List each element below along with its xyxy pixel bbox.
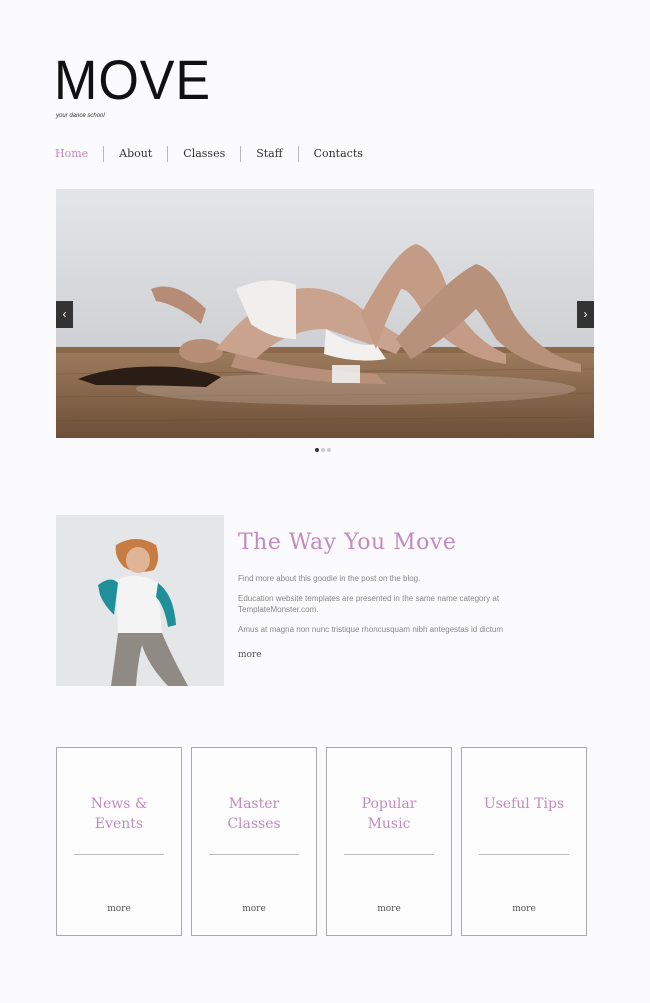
feature-title: The Way You Move xyxy=(238,530,457,555)
feature-paragraph: Find more about this goodie in the post … xyxy=(238,574,421,583)
chevron-right-icon: › xyxy=(583,307,588,321)
logo-title[interactable]: MOVE xyxy=(54,48,211,112)
slider-dot[interactable] xyxy=(321,448,325,452)
slider-dot[interactable] xyxy=(327,448,331,452)
info-box-more-link[interactable]: more xyxy=(377,904,401,914)
slider-next-button[interactable]: › xyxy=(577,301,594,328)
nav-item-staff[interactable]: Staff xyxy=(240,146,297,162)
divider xyxy=(344,854,434,855)
hero-slide-image xyxy=(56,189,594,438)
info-box-title[interactable]: Master Classes xyxy=(209,794,299,836)
divider xyxy=(479,854,569,855)
info-box-title[interactable]: News & Events xyxy=(74,794,164,836)
feature-content: The Way You Move Find more about this go… xyxy=(238,530,538,662)
info-box-more-link[interactable]: more xyxy=(512,904,536,914)
feature-image xyxy=(56,515,224,686)
info-box-more-link[interactable]: more xyxy=(107,904,131,914)
nav-item-home[interactable]: Home xyxy=(55,146,103,162)
slider-pagination xyxy=(315,448,331,452)
chevron-left-icon: ‹ xyxy=(62,307,67,321)
feature-paragraph: Amus at magna non nunc tristique rhoncus… xyxy=(238,625,504,634)
hero-slider[interactable]: ‹ › xyxy=(56,189,594,438)
info-box-popular-music: Popular Music more xyxy=(326,747,452,936)
info-box-master-classes: Master Classes more xyxy=(191,747,317,936)
slider-dot[interactable] xyxy=(315,448,319,452)
nav-item-classes[interactable]: Classes xyxy=(167,146,240,162)
info-boxes: News & Events more Master Classes more P… xyxy=(56,747,595,936)
info-box-title[interactable]: Useful Tips xyxy=(479,794,569,836)
divider xyxy=(209,854,299,855)
logo-tagline: your dance school xyxy=(56,113,105,119)
info-box-title[interactable]: Popular Music xyxy=(344,794,434,836)
nav-item-contacts[interactable]: Contacts xyxy=(297,146,378,162)
slider-prev-button[interactable]: ‹ xyxy=(56,301,73,328)
nav-item-about[interactable]: About xyxy=(103,146,167,162)
feature-more-link[interactable]: more xyxy=(238,650,262,660)
main-nav: Home About Classes Staff Contacts xyxy=(55,146,378,162)
divider xyxy=(74,854,164,855)
info-box-more-link[interactable]: more xyxy=(242,904,266,914)
info-box-useful-tips: Useful Tips more xyxy=(461,747,587,936)
feature-paragraph: Education website templates are presente… xyxy=(238,594,500,614)
info-box-news-events: News & Events more xyxy=(56,747,182,936)
